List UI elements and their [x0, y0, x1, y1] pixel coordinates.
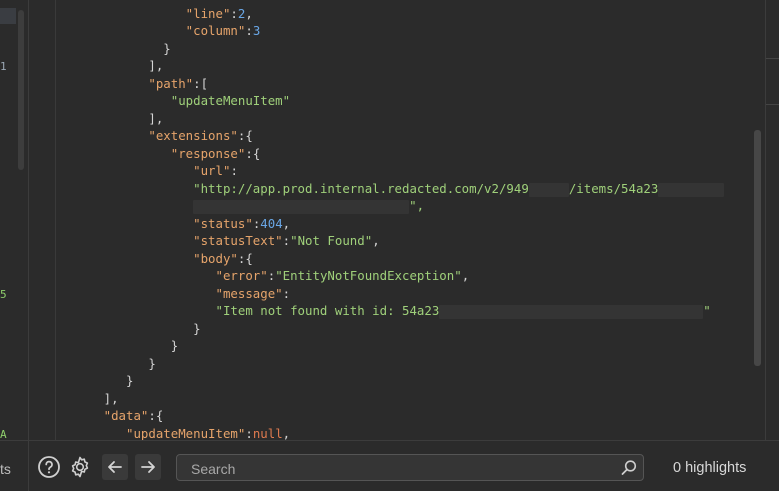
json-key: "updateMenuItem" [125, 426, 246, 440]
code-line: "Item not found with id: 54a23 " [29, 302, 711, 320]
left-gutter: 1 5 A [0, 0, 29, 441]
redacted-block [658, 182, 725, 197]
code-line: "updateMenuItem":null, [125, 426, 291, 440]
search-input[interactable] [189, 459, 613, 479]
json-key: "statusText" [193, 233, 283, 248]
json-null: null [252, 426, 283, 440]
help-icon [38, 456, 60, 478]
right-side-panel [765, 0, 779, 440]
settings-button[interactable] [67, 454, 93, 480]
json-key: "error" [215, 268, 268, 283]
gutter-selection [0, 8, 16, 24]
code-line: "error":"EntityNotFoundException", [215, 268, 470, 283]
code-line: "body":{ [193, 251, 253, 266]
json-string: " [703, 303, 711, 318]
code-line: "extensions":{ [148, 128, 253, 143]
redacted-block [193, 199, 410, 214]
json-viewer: "line":2, "column":3 } ], "path":[ "upda… [29, 0, 751, 440]
gear-icon [71, 456, 89, 478]
next-match-button[interactable] [135, 454, 161, 480]
code-line: } [125, 373, 134, 388]
code-line: "status":404, [193, 216, 291, 231]
code-line: ], [148, 111, 164, 126]
json-string: "Not Found" [290, 233, 373, 248]
code-line: "line":2, [185, 6, 253, 21]
code-line: "response":{ [170, 146, 261, 161]
json-key: "body" [193, 251, 238, 266]
json-key: "extensions" [148, 128, 238, 143]
json-string: "Item not found with id: 54a23 [215, 303, 440, 318]
help-button[interactable] [36, 454, 62, 480]
json-string: "http://app.prod.internal.redacted.com/v… [193, 181, 529, 196]
arrow-left-icon [108, 461, 122, 473]
code-line: } [148, 356, 156, 371]
json-number: 404 [260, 216, 283, 231]
json-key: "column" [185, 23, 246, 38]
code-line: } [163, 41, 171, 56]
left-panel-text: ts [0, 461, 11, 477]
json-string: ", [409, 198, 425, 213]
json-string: /items/54a23 [568, 181, 659, 196]
arrow-right-icon [141, 461, 155, 473]
highlights-count: 0 highlights [673, 460, 747, 476]
previous-match-button[interactable] [102, 454, 128, 480]
gutter-marker: 5 [0, 288, 7, 301]
code-line: "data":{ [103, 408, 164, 423]
json-key: "line" [185, 6, 231, 21]
code-line: } [170, 338, 179, 353]
code-line: ], [103, 391, 119, 406]
json-string: "updateMenuItem" [170, 93, 291, 108]
code-line: "url": [193, 163, 238, 178]
search-icon[interactable] [620, 459, 638, 477]
json-number: 3 [252, 23, 261, 38]
gutter-marker: 1 [0, 60, 7, 73]
code-line: ], [148, 58, 164, 73]
json-key: "status" [193, 216, 253, 231]
json-string: "EntityNotFoundException" [275, 268, 462, 283]
json-key: "message" [215, 286, 283, 301]
code-line: "updateMenuItem" [29, 92, 290, 110]
json-key: "url" [193, 163, 231, 178]
code-line: ", [29, 197, 424, 215]
left-scrollbar[interactable] [18, 10, 24, 170]
json-key: "data" [103, 408, 149, 423]
code-line: "column":3 [185, 23, 261, 38]
code-line: "statusText":"Not Found", [193, 233, 380, 248]
json-key: "response" [170, 146, 246, 161]
editor-scrollbar-thumb[interactable] [754, 130, 761, 366]
search-field[interactable] [176, 454, 644, 481]
code-line: "message": [215, 286, 291, 301]
code-line: "path":[ [148, 76, 209, 91]
redacted-block [528, 182, 569, 197]
code-line: "http://app.prod.internal.redacted.com/v… [29, 180, 725, 198]
code-line: } [193, 321, 201, 336]
redacted-block [439, 304, 704, 319]
json-key: "path" [148, 76, 194, 91]
